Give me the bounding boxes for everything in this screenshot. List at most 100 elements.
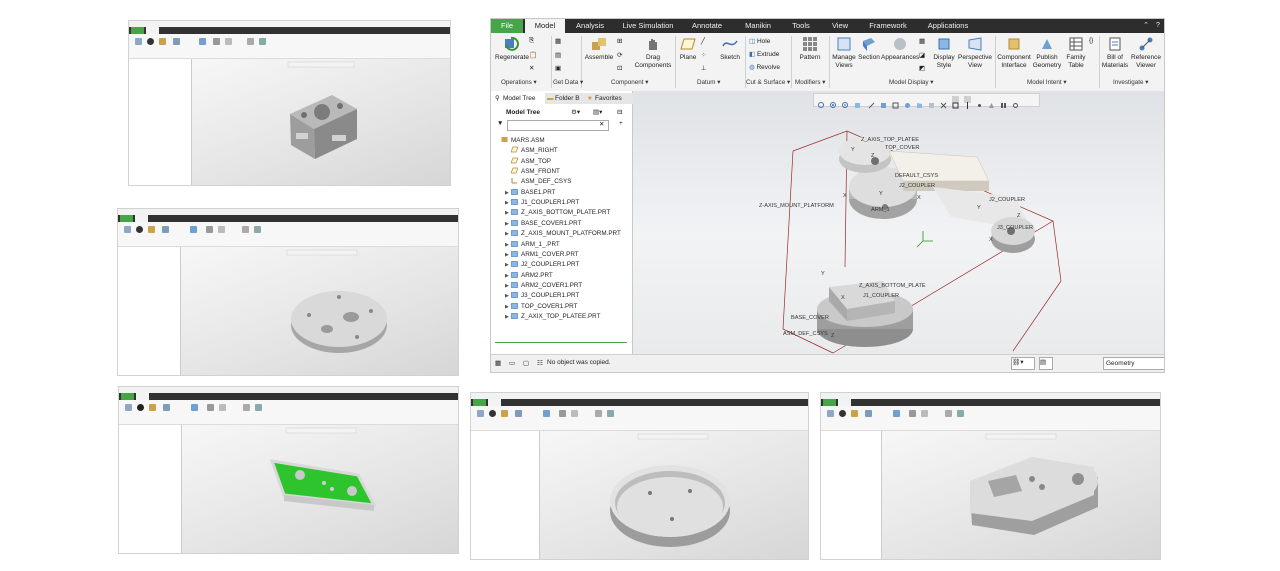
tab-manikin[interactable]: Manikin	[739, 19, 777, 33]
tab-file[interactable]: File	[491, 19, 523, 33]
svg-text:X: X	[843, 193, 847, 199]
pattern-button[interactable]: Pattern	[793, 36, 827, 62]
display-icon-1[interactable]: ▦	[919, 37, 925, 45]
plane-button[interactable]: Plane	[677, 36, 699, 62]
tab-tools[interactable]: Tools	[787, 19, 815, 33]
axis-icon[interactable]: ╱	[701, 37, 705, 45]
component-icon-2[interactable]: ⟳	[617, 51, 622, 59]
tab-view[interactable]: View	[827, 19, 853, 33]
panel-tab-model-tree[interactable]: ⚲ Model Tree	[493, 93, 547, 104]
tree-item[interactable]: ▶ Z_AXIS_BOTTOM_PLATE.PRT	[505, 208, 610, 218]
group-get-data[interactable]: Get Data ▾	[553, 79, 583, 86]
group-model-display[interactable]: Model Display ▾	[889, 79, 933, 86]
group-investigate[interactable]: Investigate ▾	[1113, 79, 1148, 86]
section-button[interactable]: Section	[857, 36, 881, 62]
base-cover-part-render	[970, 433, 1098, 535]
point-icon[interactable]: ⁘	[701, 51, 706, 59]
tree-item[interactable]: ▶ ARM2_COVER1.PRT	[505, 281, 582, 291]
asm-icon	[501, 136, 508, 143]
tree-item[interactable]: ▶ ARM1_COVER.PRT	[505, 250, 579, 260]
tree-item[interactable]: ▶ BASE_COVER1.PRT	[505, 219, 581, 229]
tree-item[interactable]: ASM_FRONT	[505, 167, 560, 177]
tree-show-icon[interactable]: ▤▾	[593, 108, 602, 116]
mini-tabbar	[118, 215, 458, 222]
revolve-button[interactable]: ◍ Revolve	[749, 63, 780, 71]
tree-item-label: J3_COUPLER1.PRT	[521, 292, 580, 300]
display-icon-2[interactable]: ◪	[919, 51, 925, 59]
tree-item[interactable]: ▶ ARM2.PRT	[505, 271, 553, 281]
tree-item[interactable]: ASM_RIGHT	[505, 146, 558, 156]
tree-settings-icon[interactable]: ⚙▾	[571, 108, 580, 116]
tree-item[interactable]: ASM_DEF_CSYS	[505, 177, 571, 187]
smart-select-icon[interactable]: ⛓▾	[1011, 357, 1035, 370]
tree-search-input[interactable]	[507, 120, 609, 131]
group-operations[interactable]: Operations ▾	[501, 79, 537, 86]
tab-applications[interactable]: Applications	[923, 19, 973, 33]
display-style-button[interactable]: Display Style	[931, 36, 957, 69]
regenerate-button[interactable]: Regenerate	[495, 36, 529, 62]
tab-analysis[interactable]: Analysis	[569, 19, 611, 33]
mini-ribbon	[821, 406, 1160, 431]
group-datum[interactable]: Datum ▾	[697, 79, 720, 86]
panel-tab-favorites[interactable]: ★ Favorites	[585, 93, 639, 104]
tab-framework[interactable]: Framework	[865, 19, 911, 33]
add-filter-icon[interactable]: +	[619, 120, 623, 127]
bill-of-materials-button[interactable]: Bill of Materials	[1101, 36, 1129, 69]
message-icon: ☷	[537, 360, 543, 367]
graphics-viewport[interactable]: Z_AXIS_TOP_PLATEE TOP_COVER DEFAULT_CSYS…	[633, 91, 1164, 357]
svg-text:Y: Y	[977, 205, 981, 211]
navigator-toggle-icon[interactable]: ▦	[495, 359, 501, 367]
manage-views-button[interactable]: Manage Views	[831, 36, 857, 69]
hole-button[interactable]: ◫ Hole	[749, 37, 770, 45]
tree-item[interactable]: ▶ ARM_1_.PRT	[505, 240, 560, 250]
delete-icon[interactable]: ✕	[529, 64, 534, 72]
help-icon[interactable]: ?	[1153, 19, 1163, 33]
tree-columns-icon[interactable]: ⊟	[617, 108, 622, 116]
tab-annotate[interactable]: Annotate	[687, 19, 727, 33]
drag-components-button[interactable]: Drag Components	[633, 36, 673, 69]
model-tree-panel: ⚲ Model Tree ▬ Folder B ★ Favorites Mode…	[491, 91, 639, 357]
collapse-ribbon-icon[interactable]: ⌃	[1141, 19, 1151, 33]
relations-icon[interactable]: {}	[1089, 37, 1093, 44]
perspective-view-button[interactable]: Perspective View	[957, 36, 993, 69]
selection-filter-select[interactable]: Geometry	[1103, 357, 1164, 370]
tree-item[interactable]: ▶ Z_AXIX_TOP_PLATEE.PRT	[505, 312, 600, 322]
tree-item[interactable]: ▶ Z_AXIS_MOUNT_PLATFORM.PRT	[505, 229, 621, 239]
get-data-icon-2[interactable]: ▤	[555, 51, 561, 59]
sketch-button[interactable]: Sketch	[717, 36, 743, 62]
tree-item[interactable]: ▶ BASE1.PRT	[505, 188, 556, 198]
tree-item[interactable]: ▶ TOP_COVER1.PRT	[505, 302, 577, 312]
browser-toggle-icon[interactable]: ▭	[509, 359, 515, 367]
component-interface-button[interactable]: Component Interface	[997, 36, 1031, 69]
group-cut-surface[interactable]: Cut & Surface ▾	[746, 79, 790, 86]
get-data-icon-3[interactable]: ▣	[555, 64, 561, 72]
extrude-button[interactable]: ◧ Extrude	[749, 50, 779, 58]
tree-item[interactable]: ASM_TOP	[505, 157, 551, 167]
group-modifiers[interactable]: Modifiers ▾	[795, 79, 825, 86]
mini-model-tree	[129, 59, 192, 185]
paste-icon[interactable]: 📋	[529, 51, 537, 59]
tree-item[interactable]: ▶ J2_COUPLER1.PRT	[505, 260, 579, 270]
get-data-icon-1[interactable]: ▦	[555, 37, 561, 45]
group-component[interactable]: Component ▾	[611, 79, 648, 86]
copy-icon[interactable]: ⎘	[529, 37, 534, 45]
clear-search-icon[interactable]: ✕	[599, 120, 604, 128]
tree-item[interactable]: ▶ J3_COUPLER1.PRT	[505, 291, 579, 301]
selection-icon[interactable]: ▤	[1039, 357, 1053, 370]
reference-viewer-button[interactable]: Reference Viewer	[1129, 36, 1163, 69]
tab-live-simulation[interactable]: Live Simulation	[619, 19, 677, 33]
filter-icon[interactable]: ▼	[497, 120, 503, 127]
tree-item[interactable]: ▶ J1_COUPLER1.PRT	[505, 198, 579, 208]
display-icon-3[interactable]: ◩	[919, 64, 925, 72]
publish-geometry-button[interactable]: Publish Geometry	[1031, 36, 1063, 69]
fullscreen-icon[interactable]: ▢	[523, 359, 529, 367]
csys-icon[interactable]: ⊥	[701, 64, 707, 72]
component-icon-1[interactable]: ⊞	[617, 37, 622, 45]
tree-item[interactable]: MARS.ASM	[495, 136, 545, 146]
tab-model[interactable]: Model	[525, 19, 565, 33]
group-model-intent[interactable]: Model Intent ▾	[1027, 79, 1067, 86]
assemble-button[interactable]: Assemble	[583, 36, 615, 62]
component-icon-3[interactable]: ⊡	[617, 64, 622, 72]
appearances-button[interactable]: Appearances	[881, 36, 919, 62]
family-table-button[interactable]: Family Table	[1063, 36, 1089, 69]
